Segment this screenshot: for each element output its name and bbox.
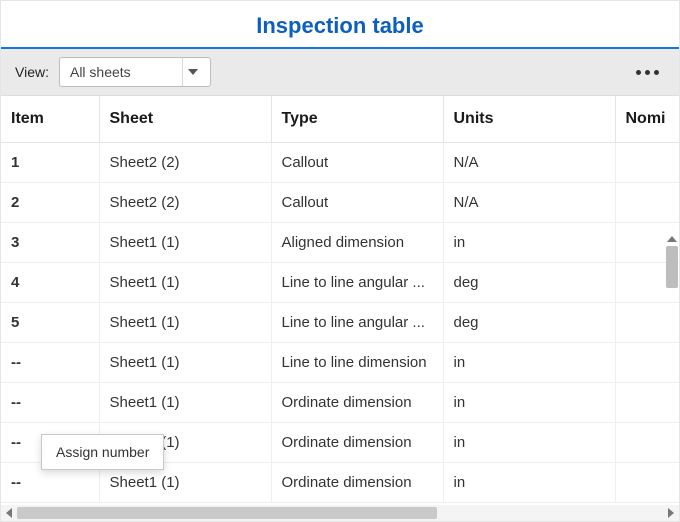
cell-nominal: .74 — [615, 463, 679, 503]
cell-sheet: Sheet1 (1) — [99, 383, 271, 423]
toolbar: View: All sheets — [1, 49, 679, 96]
cell-units: in — [443, 223, 615, 263]
cell-type: Line to line angular ... — [271, 263, 443, 303]
vertical-scrollbar[interactable] — [665, 236, 679, 316]
cell-nominal: 1. — [615, 143, 679, 183]
scroll-left-icon — [1, 505, 17, 521]
cell-type: Callout — [271, 183, 443, 223]
table-row[interactable]: 3Sheet1 (1)Aligned dimensionin.89 — [1, 223, 679, 263]
table-row[interactable]: 4Sheet1 (1)Line to line angular ...deg32… — [1, 263, 679, 303]
col-sheet[interactable]: Sheet — [99, 96, 271, 143]
cell-nominal: .00 — [615, 383, 679, 423]
cell-type: Line to line angular ... — [271, 303, 443, 343]
scroll-up-icon — [667, 236, 677, 242]
cell-sheet: Sheet2 (2) — [99, 143, 271, 183]
table-header-row: Item Sheet Type Units Nomi — [1, 96, 679, 143]
cell-units: in — [443, 343, 615, 383]
col-type[interactable]: Type — [271, 96, 443, 143]
table-row[interactable]: 5Sheet1 (1)Line to line angular ...deg75… — [1, 303, 679, 343]
table-row[interactable]: --Sheet1 (1)Line to line dimensionin.33 — [1, 343, 679, 383]
scroll-right-icon — [663, 505, 679, 521]
table-row[interactable]: 2Sheet2 (2)CalloutN/A2. — [1, 183, 679, 223]
cell-item: 5 — [1, 303, 99, 343]
col-item[interactable]: Item — [1, 96, 99, 143]
cell-type: Ordinate dimension — [271, 423, 443, 463]
cell-type: Callout — [271, 143, 443, 183]
view-select[interactable]: All sheets — [59, 57, 211, 87]
cell-units: N/A — [443, 143, 615, 183]
col-nominal[interactable]: Nomi — [615, 96, 679, 143]
panel-title: Inspection table — [1, 1, 679, 49]
cell-nominal: .33 — [615, 343, 679, 383]
cell-nominal: .23 — [615, 423, 679, 463]
chevron-down-icon — [182, 58, 204, 86]
cell-nominal: 2. — [615, 183, 679, 223]
horizontal-scroll-track[interactable] — [17, 507, 663, 519]
cell-sheet: Sheet1 (1) — [99, 343, 271, 383]
inspection-table-panel: Inspection table View: All sheets Item — [0, 0, 680, 522]
cell-item: 1 — [1, 143, 99, 183]
cell-sheet: Sheet1 (1) — [99, 223, 271, 263]
view-label: View: — [15, 64, 49, 80]
table-row[interactable]: --Sheet1 (1)Ordinate dimensionin.00 — [1, 383, 679, 423]
assign-number-tooltip: Assign number — [41, 434, 164, 470]
cell-type: Ordinate dimension — [271, 463, 443, 503]
dots-icon — [636, 70, 641, 75]
cell-units: in — [443, 463, 615, 503]
cell-item: 4 — [1, 263, 99, 303]
cell-item: -- — [1, 383, 99, 423]
cell-units: in — [443, 423, 615, 463]
cell-type: Line to line dimension — [271, 343, 443, 383]
vertical-scroll-thumb[interactable] — [666, 246, 678, 288]
cell-item: 3 — [1, 223, 99, 263]
cell-units: N/A — [443, 183, 615, 223]
horizontal-scrollbar[interactable] — [1, 505, 679, 521]
horizontal-scroll-thumb[interactable] — [17, 507, 437, 519]
cell-type: Ordinate dimension — [271, 383, 443, 423]
table-viewport: Item Sheet Type Units Nomi 1Sheet2 (2)Ca… — [1, 96, 679, 521]
cell-units: deg — [443, 303, 615, 343]
cell-sheet: Sheet1 (1) — [99, 263, 271, 303]
view-select-value: All sheets — [70, 64, 131, 80]
cell-item: 2 — [1, 183, 99, 223]
col-units[interactable]: Units — [443, 96, 615, 143]
table-row[interactable]: 1Sheet2 (2)CalloutN/A1. — [1, 143, 679, 183]
more-options-button[interactable] — [630, 66, 665, 79]
cell-units: deg — [443, 263, 615, 303]
cell-type: Aligned dimension — [271, 223, 443, 263]
cell-units: in — [443, 383, 615, 423]
cell-item: -- — [1, 343, 99, 383]
cell-sheet: Sheet1 (1) — [99, 303, 271, 343]
cell-sheet: Sheet2 (2) — [99, 183, 271, 223]
